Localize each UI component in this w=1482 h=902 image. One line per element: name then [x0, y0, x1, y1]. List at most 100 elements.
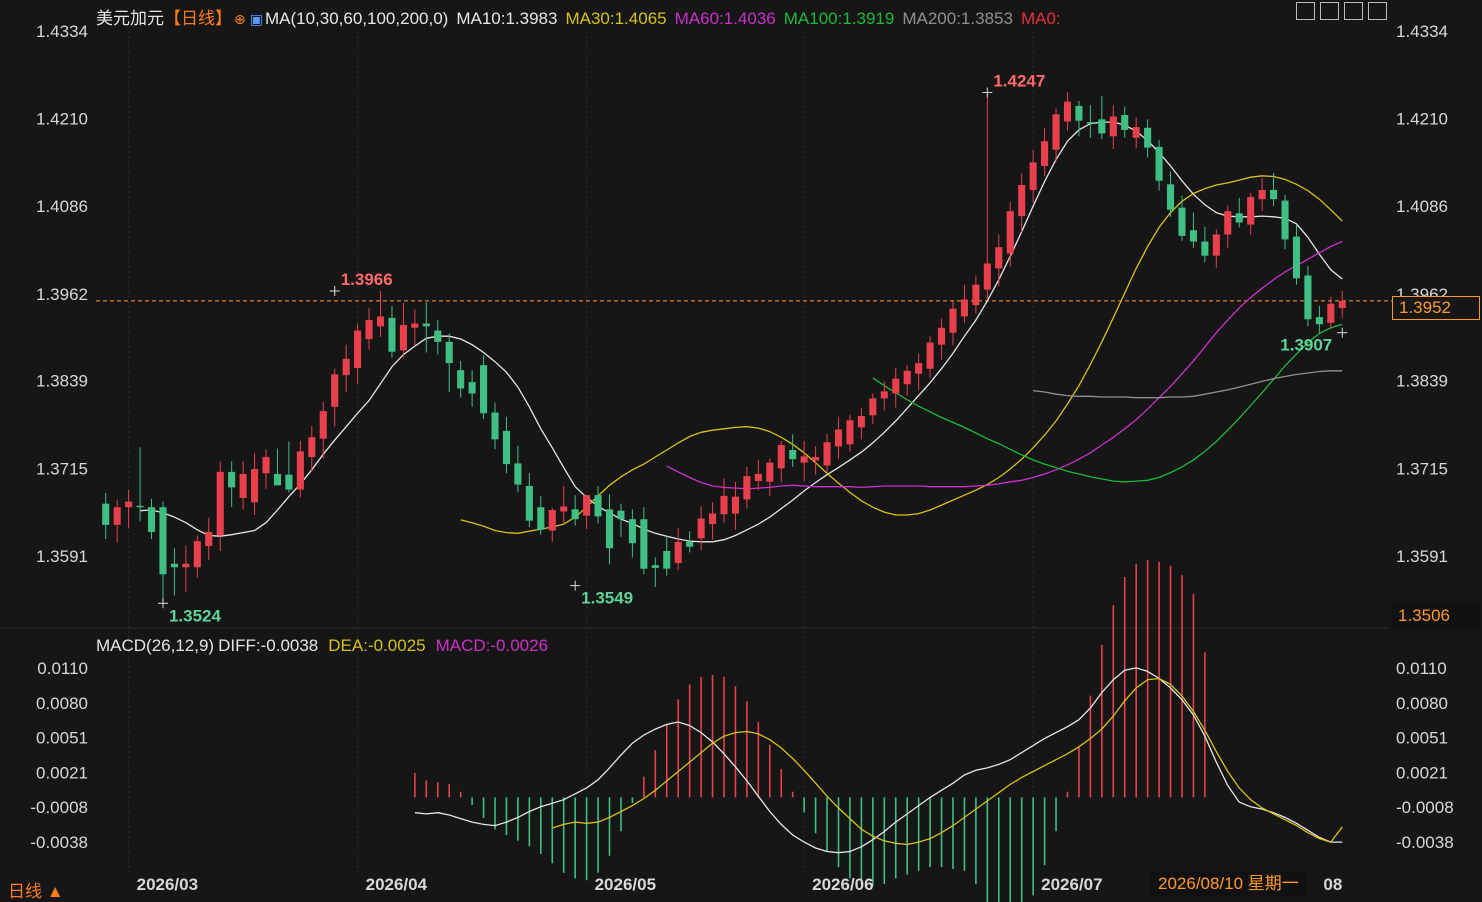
diff-line [414, 667, 1343, 854]
candle-body [205, 531, 213, 547]
macd-axis-label-left: -0.0038 [30, 833, 88, 852]
candle-body [1315, 317, 1323, 325]
extreme-label: 1.3966 [341, 270, 393, 289]
candle-body [880, 391, 888, 399]
candle-body [1212, 234, 1220, 256]
candle-body [434, 330, 442, 342]
period-selector[interactable]: 日线 ▲ [8, 877, 64, 902]
settings-icon[interactable]: ⊕ [234, 11, 246, 27]
candle-body [468, 382, 476, 394]
candle-body [1235, 213, 1243, 223]
candle-body [342, 358, 350, 376]
candle-body [869, 398, 877, 416]
macd-value: MACD:-0.0026 [435, 636, 549, 655]
candle-body [1338, 300, 1346, 308]
candle-body [239, 473, 247, 499]
price-axis-label-right: 1.3591 [1396, 547, 1448, 566]
chart-canvas: 1.4334 1.4334 1.4210 1.4210 1.4086 1.4086 1.39… [0, 22, 1454, 902]
candle-body [777, 445, 785, 469]
candle-body [1086, 122, 1094, 124]
candle-body [949, 308, 957, 333]
candle-body [674, 541, 682, 564]
period-label[interactable]: 【日线】 [164, 9, 232, 28]
date-axis-label: 2026/04 [366, 875, 428, 894]
candle-body [1121, 115, 1129, 130]
ma-line-ma60 [666, 240, 1343, 490]
candle-body [1075, 105, 1083, 121]
candle-body [354, 330, 362, 369]
macd-config[interactable]: MACD(26,12,9) [96, 636, 214, 655]
ma-config[interactable]: MA(10,30,60,100,200,0) [265, 9, 448, 28]
candle-body [422, 323, 430, 327]
candle-body [846, 420, 854, 445]
candle-body [376, 316, 385, 327]
candle-body [308, 437, 316, 458]
candle-body [995, 247, 1003, 269]
layout-3-icon[interactable] [1344, 2, 1363, 20]
candle-body [445, 341, 453, 364]
candle-body [102, 503, 110, 525]
candle-body [251, 469, 259, 503]
candle-body [1029, 162, 1037, 190]
extreme-label: 1.4247 [993, 71, 1045, 90]
layout-2-icon[interactable] [1320, 2, 1339, 20]
candle-body [640, 519, 648, 569]
candle-body [1327, 303, 1335, 323]
date-axis-label: 2026/03 [137, 875, 198, 894]
candle-body [125, 501, 133, 508]
candle-body [915, 363, 923, 374]
macd-axis-label-left: 0.0051 [36, 728, 88, 747]
candle-body [571, 509, 579, 520]
ma-line-ma10 [140, 121, 1343, 543]
candle-body [903, 370, 911, 385]
candle-body [1006, 211, 1014, 254]
candle-body [857, 416, 865, 428]
indicator-icon[interactable]: ▣ [250, 11, 263, 27]
candle-body [537, 507, 545, 530]
candle-body [365, 319, 373, 340]
candle-body [812, 457, 820, 461]
ma0-value: MA0: [1020, 9, 1061, 28]
candle-body [216, 471, 224, 536]
candle-body [457, 370, 465, 389]
layout-4-icon[interactable] [1368, 2, 1387, 20]
macd-axis-label-right: -0.0008 [1396, 798, 1454, 817]
candle-body [800, 456, 808, 463]
candle-body [1281, 200, 1289, 240]
candle-body [182, 563, 190, 568]
date-axis-label: 08 [1323, 875, 1342, 894]
candle-body [1063, 101, 1072, 122]
extreme-label: 1.3907 [1280, 336, 1332, 355]
candle-body [1258, 189, 1266, 200]
macd-axis-label-right: 0.0051 [1396, 728, 1448, 747]
candle-body [1132, 127, 1140, 138]
candle-body [789, 449, 797, 460]
price-axis-label-left: 1.4210 [36, 110, 88, 129]
candle-body [411, 323, 419, 328]
candle-body [331, 374, 339, 407]
candle-body [1178, 207, 1186, 236]
candle-body [1270, 189, 1278, 200]
symbol-label: 美元加元 [96, 9, 164, 28]
candle-body [1018, 185, 1026, 217]
price-axis-label-right: 1.4210 [1396, 110, 1448, 129]
dea-value: DEA:-0.0025 [328, 636, 426, 655]
macd-header: MACD(26,12,9) DIFF:-0.0038 DEA:-0.0025 MACD… [96, 636, 558, 656]
candle-body [628, 519, 636, 544]
candle-body [228, 471, 236, 488]
candle-body [525, 486, 533, 521]
candle-body [709, 513, 717, 525]
candle-body [193, 541, 201, 568]
candle-body [399, 324, 407, 351]
candle-body [1166, 184, 1175, 210]
candle-body [285, 474, 293, 490]
layout-1-icon[interactable] [1296, 2, 1315, 20]
macd-axis-label-left: 0.0021 [36, 764, 88, 783]
candle-body [1201, 241, 1209, 256]
price-axis-label-left: 1.4086 [36, 197, 88, 216]
price-header: 美元加元【日线】 ⊕ ▣ MA(10,30,60,100,200,0) MA10:1.3… [96, 4, 1069, 29]
extreme-label: 1.3549 [581, 589, 633, 608]
ma100-value: MA100:1.3919 [783, 9, 895, 28]
candle-body [1098, 119, 1106, 134]
candle-body [697, 518, 705, 539]
